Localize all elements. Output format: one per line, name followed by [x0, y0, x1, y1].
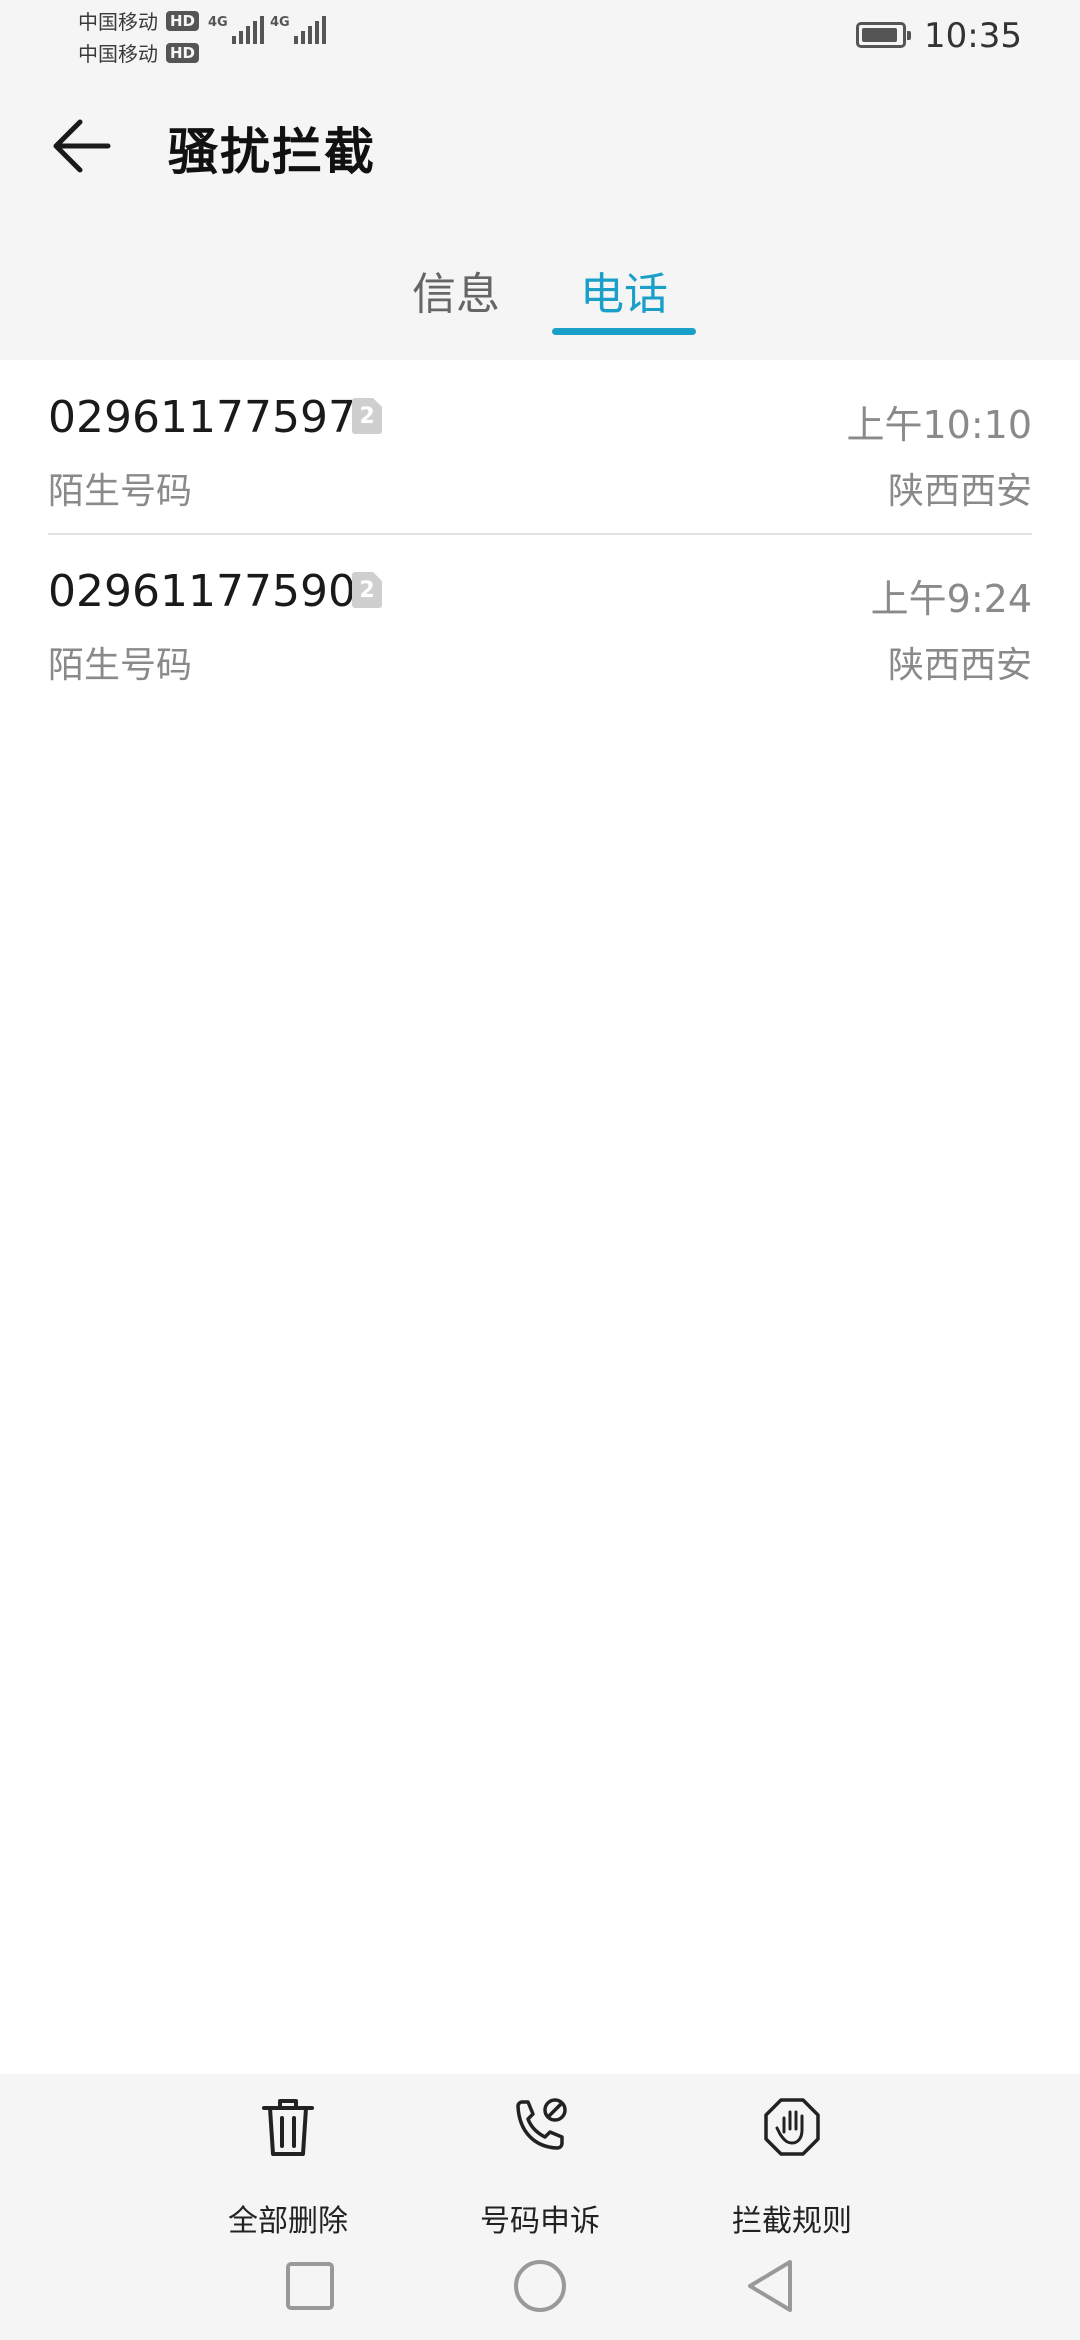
signal-icon-1: 4G	[208, 14, 264, 44]
call-label: 陌生号码	[48, 645, 193, 686]
sim-card-icon: 2	[352, 398, 382, 434]
carrier-line-1: 中国移动 HD	[78, 6, 200, 35]
list-divider	[48, 533, 1032, 535]
number-appeal-button[interactable]: 号码申诉	[440, 2096, 640, 2246]
call-list-item[interactable]: 02961177597 2 陌生号码 上午10:10 陕西西安	[0, 362, 1080, 536]
carrier-name-2: 中国移动	[78, 42, 158, 66]
call-list-item[interactable]: 02961177590 2 陌生号码 上午9:24 陕西西安	[0, 536, 1080, 710]
status-bar: 中国移动 HD 中国移动 HD 4G 4G 10:35	[0, 0, 1080, 72]
block-rules-label: 拦截规则	[732, 2204, 852, 2239]
call-location: 陕西西安	[887, 645, 1032, 686]
call-time: 上午9:24	[870, 577, 1032, 621]
signal-icon-2: 4G	[270, 14, 326, 44]
recent-apps-icon[interactable]	[280, 2256, 340, 2316]
active-tab-indicator	[552, 328, 696, 335]
call-number: 02961177590	[48, 566, 356, 617]
tab-calls[interactable]: 电话	[580, 258, 668, 322]
block-rules-button[interactable]: 拦截规则	[692, 2096, 892, 2246]
call-time: 上午10:10	[846, 403, 1032, 447]
delete-all-label: 全部删除	[228, 2204, 348, 2239]
tab-messages[interactable]: 信息	[412, 258, 500, 322]
carrier-line-2: 中国移动 HD	[78, 38, 200, 67]
call-location: 陕西西安	[887, 471, 1032, 512]
bottom-action-bar: 全部删除 号码申诉 拦截规则	[0, 2074, 1080, 2340]
call-number: 02961177597	[48, 392, 356, 443]
back-button[interactable]	[44, 106, 124, 186]
sim-card-icon: 2	[352, 572, 382, 608]
battery-icon	[856, 22, 911, 48]
header-area: 中国移动 HD 中国移动 HD 4G 4G 10:35 骚扰拦截 信息 电话	[0, 0, 1080, 360]
home-icon[interactable]	[510, 2256, 570, 2316]
carrier-name-1: 中国移动	[78, 10, 158, 34]
network-type-2: 4G	[270, 15, 290, 30]
trash-icon	[262, 2099, 314, 2156]
arrow-left-icon	[53, 119, 111, 173]
status-time: 10:35	[924, 16, 1022, 56]
number-appeal-label: 号码申诉	[480, 2204, 600, 2239]
nav-back-icon[interactable]	[740, 2256, 800, 2316]
hd-badge-2: HD	[166, 42, 200, 63]
page-title: 骚扰拦截	[168, 123, 376, 181]
hd-badge-1: HD	[166, 10, 200, 31]
call-label: 陌生号码	[48, 471, 193, 512]
hand-stop-icon	[764, 2098, 820, 2156]
delete-all-button[interactable]: 全部删除	[188, 2096, 388, 2246]
network-type-1: 4G	[208, 15, 228, 30]
phone-block-icon	[516, 2098, 567, 2150]
